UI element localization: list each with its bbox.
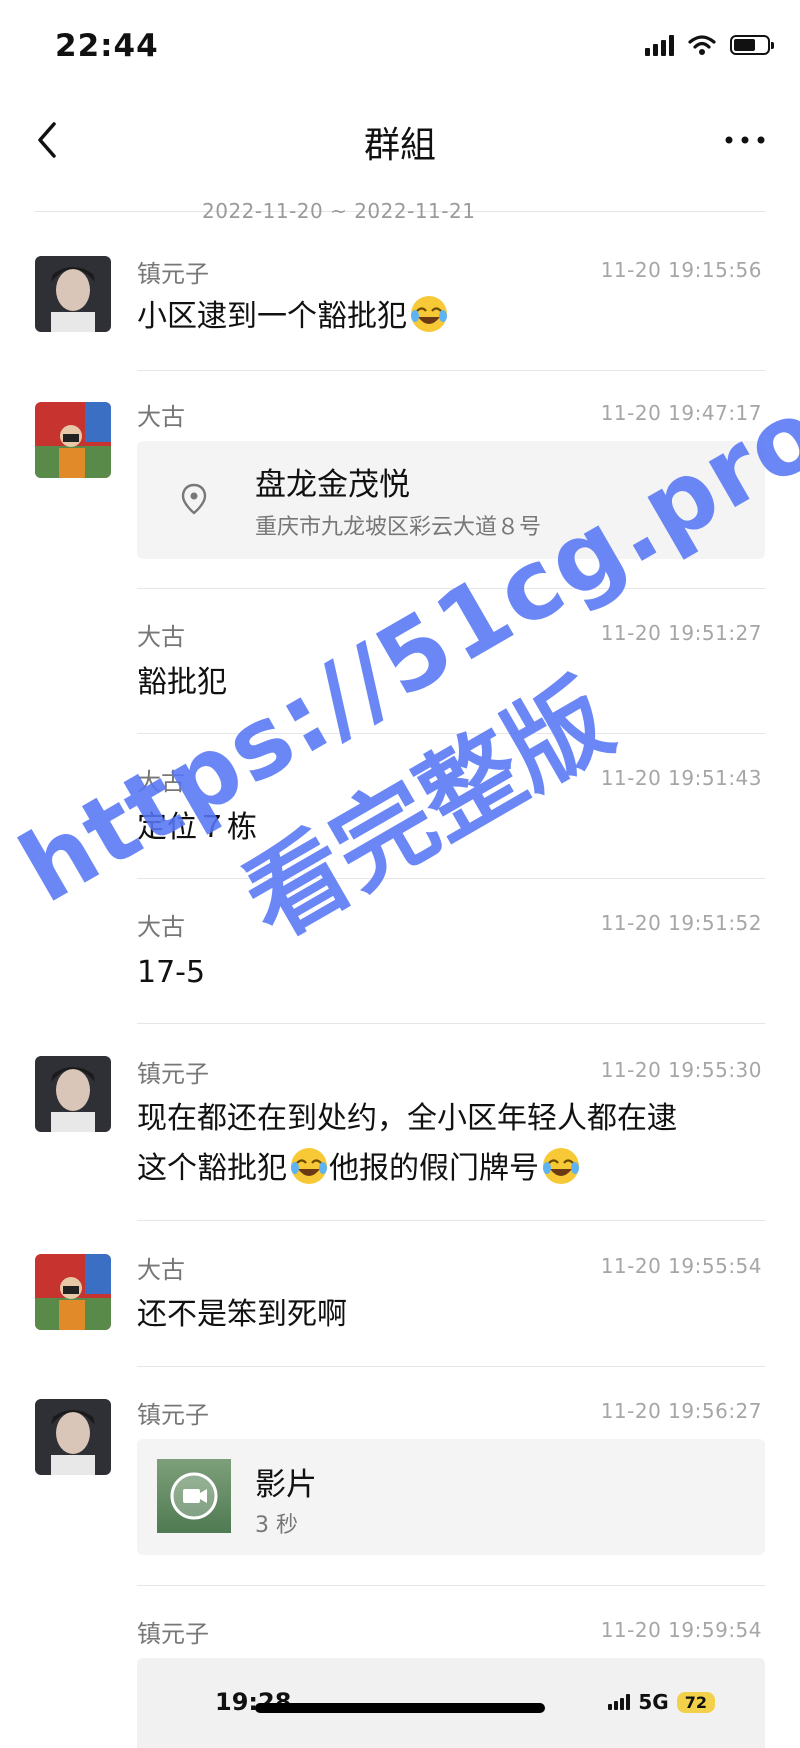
date-range-text: 2022-11-20 ~ 2022-11-21 xyxy=(202,199,476,223)
message-text: 豁批犯 xyxy=(137,665,227,700)
avatar[interactable] xyxy=(35,1056,111,1132)
joy-emoji-icon xyxy=(409,294,449,334)
navigation-bar: 群組 xyxy=(0,100,800,180)
sender-name: 镇元子 xyxy=(137,1060,209,1088)
location-title: 盘龙金茂悦 xyxy=(255,467,410,503)
message-separator xyxy=(137,1366,765,1367)
message-text: 小区逮到一个豁批犯 xyxy=(137,292,449,342)
avatar[interactable] xyxy=(35,1254,111,1330)
location-pin-icon xyxy=(181,483,207,515)
message-text: 17-5 xyxy=(137,955,206,990)
battery-icon xyxy=(730,35,774,55)
joy-emoji-icon xyxy=(289,1146,329,1186)
sender-name: 大古 xyxy=(137,623,185,651)
joy-emoji-icon xyxy=(541,1146,581,1186)
avatar[interactable] xyxy=(35,1399,111,1475)
message-text-line: 现在都还在到处约，全小区年轻人都在逮 xyxy=(137,1101,677,1136)
sender-name: 大古 xyxy=(137,403,185,431)
message-time: 11-20 19:51:43 xyxy=(600,766,762,790)
message-time: 11-20 19:51:27 xyxy=(600,621,762,645)
message-time: 11-20 19:51:52 xyxy=(600,911,762,935)
message-time: 11-20 19:55:30 xyxy=(600,1058,762,1082)
message-separator xyxy=(137,1023,765,1024)
sender-name: 镇元子 xyxy=(137,260,209,288)
message-separator xyxy=(137,1220,765,1221)
page-title: 群組 xyxy=(363,125,436,166)
message-text: 还不是笨到死啊 xyxy=(137,1297,347,1332)
sender-name: 大古 xyxy=(137,913,185,941)
video-card[interactable]: 影片 3 秒 xyxy=(137,1439,765,1555)
message-time: 11-20 19:59:54 xyxy=(600,1618,762,1642)
message-text-body: 他报的假门牌号 xyxy=(329,1151,539,1186)
message-separator xyxy=(137,733,765,734)
video-title: 影片 xyxy=(255,1467,317,1503)
sender-name: 大古 xyxy=(137,1256,185,1284)
signal-bars-icon xyxy=(608,1694,631,1710)
sender-name: 镇元子 xyxy=(137,1401,209,1429)
avatar[interactable] xyxy=(35,256,111,332)
sender-name: 大古 xyxy=(137,768,185,796)
watermark-caption: 看完整版 xyxy=(225,659,631,961)
sender-name: 镇元子 xyxy=(137,1620,209,1648)
message-time: 11-20 19:55:54 xyxy=(600,1254,762,1278)
message-text-line: 这个豁批犯 他报的假门牌号 xyxy=(137,1144,765,1194)
message-text: 定位７栋 xyxy=(137,810,257,845)
video-thumbnail xyxy=(157,1459,231,1533)
message-separator xyxy=(137,588,765,589)
battery-fill xyxy=(734,39,755,51)
home-indicator[interactable] xyxy=(255,1703,545,1713)
message-time: 11-20 19:47:17 xyxy=(600,401,762,425)
signal-bars-icon xyxy=(645,34,674,56)
image-status-icons: 5G 72 xyxy=(608,1690,715,1714)
message-separator xyxy=(137,1585,765,1586)
location-address: 重庆市九龙坡区彩云大道８号 xyxy=(255,515,542,540)
status-bar: 22:44 xyxy=(0,0,800,90)
wifi-icon xyxy=(688,35,716,55)
network-label: 5G xyxy=(638,1690,669,1714)
location-card[interactable]: 盘龙金茂悦 重庆市九龙坡区彩云大道８号 xyxy=(137,441,765,559)
more-horizontal-icon[interactable] xyxy=(720,120,770,160)
status-time: 22:44 xyxy=(55,28,159,64)
message-text-body: 小区逮到一个豁批犯 xyxy=(137,299,407,334)
message-time: 11-20 19:15:56 xyxy=(600,258,762,282)
message-text-body: 这个豁批犯 xyxy=(137,1151,287,1186)
message-text: 现在都还在到处约，全小区年轻人都在逮 这个豁批犯 他报的假门牌号 xyxy=(137,1094,765,1194)
battery-badge: 72 xyxy=(676,1691,715,1713)
date-range-divider: 2022-11-20 ~ 2022-11-21 xyxy=(35,196,765,226)
video-duration: 3 秒 xyxy=(255,1513,298,1538)
message-separator xyxy=(137,878,765,879)
message-time: 11-20 19:56:27 xyxy=(600,1399,762,1423)
status-icons xyxy=(645,34,774,56)
video-camera-icon xyxy=(170,1472,218,1520)
avatar[interactable] xyxy=(35,402,111,478)
message-separator xyxy=(137,370,765,371)
